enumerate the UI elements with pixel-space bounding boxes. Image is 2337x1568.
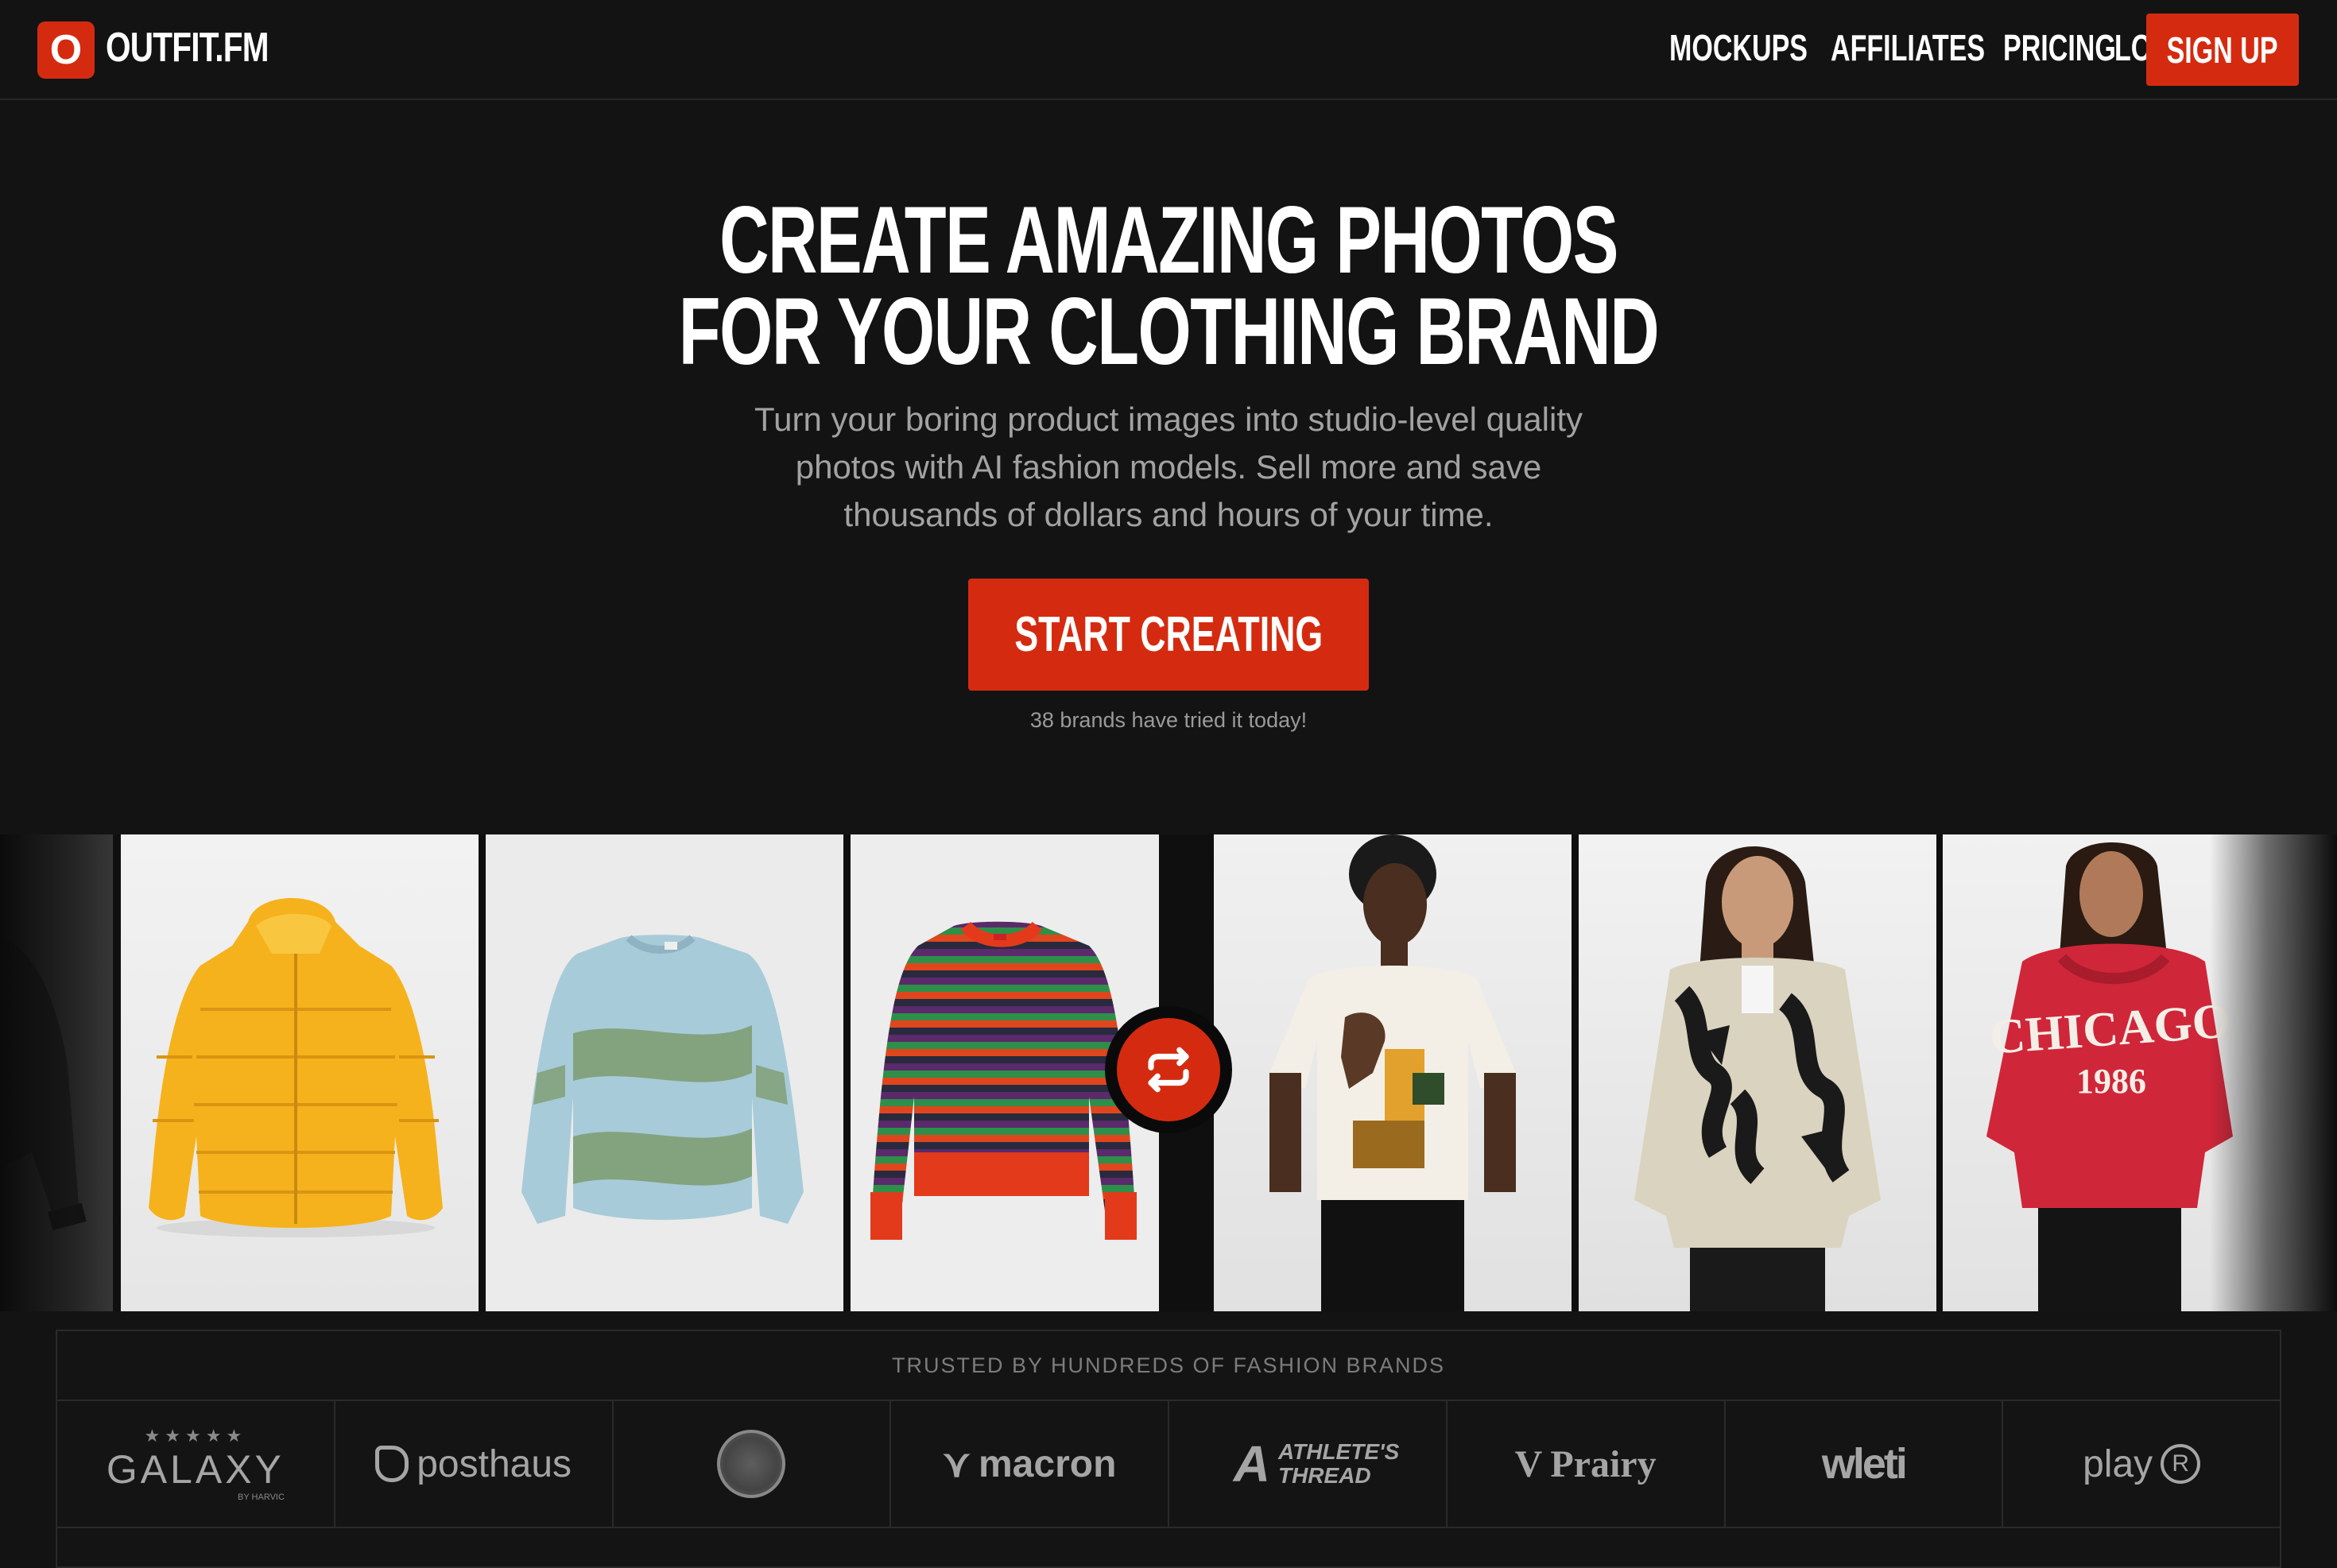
brand-logo-athletes-thread: A ATHLETE'S THREAD [1169, 1401, 1448, 1527]
macron-icon: ⋎ [942, 1443, 971, 1485]
model-tile-abstract-tee [1214, 834, 1572, 1311]
swap-button[interactable] [1105, 1006, 1232, 1133]
hero-title-line-1: CREATE AMAZING PHOTOS [719, 187, 1618, 293]
brand-logo-seal [614, 1401, 892, 1527]
brands-tried-note: 38 brands have tried it today! [1029, 708, 1308, 732]
brand-logo-play: play R [2003, 1401, 2280, 1527]
gallery-fade-left [0, 834, 119, 1311]
hero-title-line-2: FOR YOUR CLOTHING BRAND [678, 278, 1660, 385]
macron-logo-text: macron [979, 1442, 1117, 1485]
brand-logos-row: ★★★★★ GALAXY BY HARVIC posthaus ⋎ macron … [57, 1401, 2280, 1528]
posthaus-icon [375, 1446, 409, 1482]
top-nav: O OUTFIT.FM MOCKUPS AFFILIATES PRICING L… [0, 0, 2337, 100]
logo-letter: O [49, 27, 83, 73]
wleti-logo-text: wleti [1821, 1440, 1908, 1488]
logo-text[interactable]: OUTFIT.FM [106, 24, 269, 72]
cta-label: START CREATING [1014, 607, 1323, 662]
athletes-thread-icon: A [1233, 1435, 1270, 1493]
athletes-thread-logo-text: ATHLETE'S THREAD [1277, 1439, 1400, 1488]
nav-mockups[interactable]: MOCKUPS [1669, 26, 1808, 69]
blue-sweater-image [521, 935, 804, 1224]
model-abstract-tee-image [1269, 834, 1516, 1311]
signup-label: SIGN UP [2167, 29, 2278, 71]
gallery-fade-right [2210, 834, 2337, 1311]
galaxy-logo-text: GALAXY [106, 1447, 285, 1492]
seal-logo-icon [717, 1430, 786, 1498]
brand-logo-galaxy: ★★★★★ GALAXY BY HARVIC [57, 1401, 335, 1527]
model-tile-fleece [1579, 834, 1936, 1311]
swap-icon [1117, 1018, 1220, 1121]
hero-subtitle: Turn your boring product images into stu… [754, 401, 1583, 533]
model-fleece-image [1634, 846, 1881, 1311]
brand-logo-posthaus: posthaus [335, 1401, 614, 1527]
logo-icon[interactable]: O [37, 21, 95, 79]
nav-pricing[interactable]: PRICING [2003, 26, 2116, 69]
start-creating-button[interactable]: START CREATING [968, 579, 1369, 691]
brands-heading: TRUSTED BY HUNDREDS OF FASHION BRANDS [57, 1331, 2280, 1401]
registered-icon: R [2161, 1444, 2201, 1484]
yellow-puffer-image [149, 898, 443, 1237]
galaxy-subtext: BY HARVIC [238, 1493, 285, 1502]
brand-logo-macron: ⋎ macron [891, 1401, 1169, 1527]
product-tile-puffer [121, 834, 479, 1311]
play-logo-text: play [2083, 1442, 2153, 1485]
posthaus-logo-text: posthaus [417, 1442, 572, 1485]
product-tile-blue-sweater [486, 834, 843, 1311]
nav-affiliates[interactable]: AFFILIATES [1831, 26, 1985, 69]
trusted-brands-section: TRUSTED BY HUNDREDS OF FASHION BRANDS ★★… [56, 1330, 2281, 1568]
hero-title: CREATE AMAZING PHOTOS FOR YOUR CLOTHING … [0, 187, 2337, 385]
brand-logo-wleti: wleti [1726, 1401, 2004, 1527]
galaxy-stars-icon: ★★★★★ [144, 1426, 247, 1446]
signup-button[interactable]: SIGN UP [2146, 14, 2299, 86]
hoodie-text-year: 1986 [2076, 1062, 2146, 1101]
brand-logo-prairy: V Prairy [1448, 1401, 1726, 1527]
prairy-icon: V [1514, 1442, 1543, 1485]
prairy-logo-text: Prairy [1550, 1442, 1657, 1485]
